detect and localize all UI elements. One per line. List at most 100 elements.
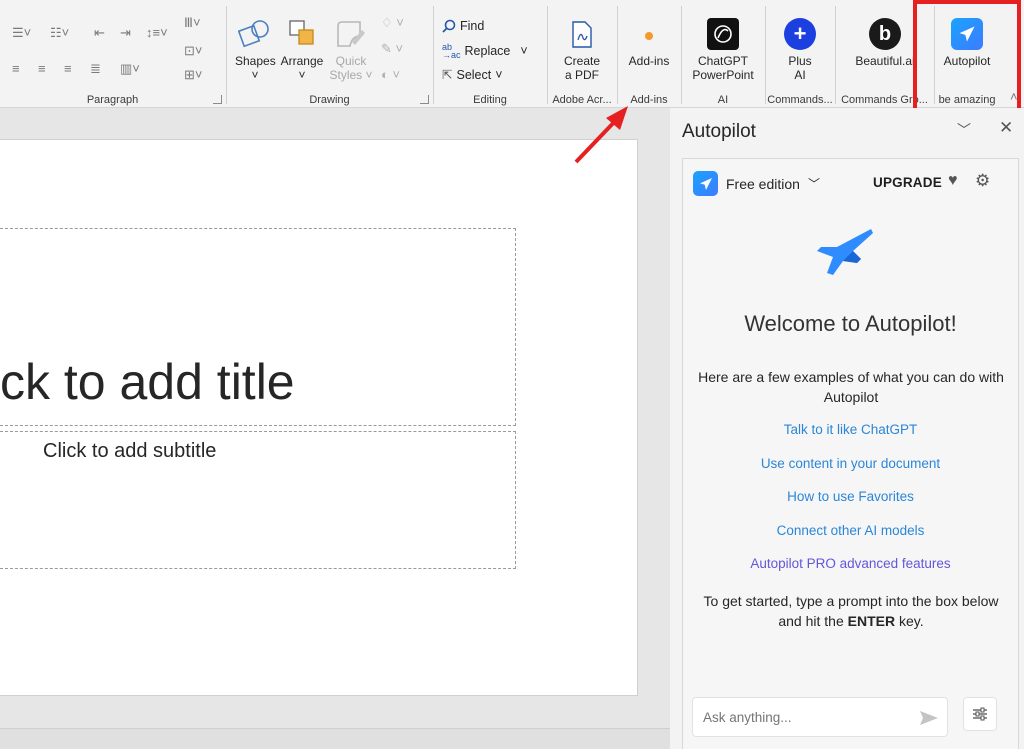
get-started-post: key. [895, 613, 924, 629]
plus-ai-icon: + [784, 18, 816, 50]
arrange-icon [285, 18, 319, 50]
addins-group: Add-ins Add-ins [618, 0, 680, 108]
create-pdf-label-1: Create [563, 54, 601, 68]
enter-key-label: ENTER [847, 613, 896, 629]
ai-group-label: AI [717, 94, 729, 106]
increase-indent-icon[interactable]: ⇥ [120, 26, 131, 40]
replace-label: Replace [464, 44, 511, 58]
pane-options-chevron-icon[interactable]: ﹀ [957, 120, 971, 140]
addins-dot-icon [637, 22, 661, 50]
plus-ai-label-1: Plus [788, 54, 812, 68]
upgrade-button[interactable]: UPGRADE [873, 175, 942, 190]
addins-label: Add-ins [628, 54, 670, 68]
pane-title: Autopilot [682, 121, 756, 142]
link-pro-features[interactable]: Autopilot PRO advanced features [683, 556, 1018, 571]
columns-icon[interactable]: ▥˅ [120, 62, 140, 76]
beautiful-ai-icon: b [869, 18, 901, 50]
paragraph-launcher-icon[interactable] [213, 95, 222, 104]
link-use-content[interactable]: Use content in your document [683, 456, 1018, 471]
red-arrow-annotation [574, 106, 628, 164]
bullets-icon[interactable]: ☰˅ [12, 26, 31, 40]
quick-styles-button[interactable]: Quick Styles ˅ [327, 18, 375, 82]
replace-button[interactable]: ab →ac Replace ˅ [442, 43, 528, 60]
drawing-group-label: Drawing [309, 94, 350, 106]
editing-group-label: Editing [473, 94, 507, 106]
align-right-icon[interactable]: ≡ [64, 62, 72, 76]
autopilot-panel: Free edition ﹀ UPGRADE ♥ ⚙ Welcome to Au… [682, 158, 1019, 749]
commands-group: + Plus AI Commands... [766, 0, 834, 108]
link-favorites[interactable]: How to use Favorites [683, 489, 1018, 504]
link-connect-models[interactable]: Connect other AI models [683, 523, 1018, 538]
edition-selector[interactable]: Free edition ﹀ [693, 171, 820, 196]
subtitle-placeholder[interactable]: Click to add subtitle [0, 431, 516, 569]
title-placeholder[interactable]: ck to add title [0, 228, 516, 426]
shape-fill-icon[interactable]: ♢ ˅ [381, 16, 404, 30]
gear-icon[interactable]: ⚙ [975, 171, 990, 191]
text-direction-icon[interactable]: Ⅲ˅ [184, 16, 201, 30]
autopilot-task-pane: Autopilot ﹀ ✕ Free edition ﹀ UPGRADE ♥ ⚙… [670, 108, 1024, 749]
select-button[interactable]: ⇱ Select ˅ [442, 67, 503, 83]
intro-text: Here are a few examples of what you can … [698, 369, 1004, 405]
select-label: Select [456, 67, 492, 82]
shape-outline-icon[interactable]: ✎ ˅ [381, 42, 403, 56]
link-talk-chatgpt[interactable]: Talk to it like ChatGPT [683, 422, 1018, 437]
prompt-input[interactable] [692, 697, 948, 737]
slide-canvas[interactable]: ck to add title Click to add subtitle [0, 139, 638, 696]
autopilot-highlight-box [913, 0, 1021, 123]
status-bar [0, 728, 670, 749]
create-pdf-label-2: a PDF [564, 68, 599, 82]
create-pdf-button[interactable]: Create a PDF [554, 20, 610, 82]
commands-group-label: Commands... [767, 94, 833, 106]
quick-styles-label-1: Quick [335, 54, 367, 68]
addins-button[interactable]: Add-ins [622, 22, 676, 68]
chevron-down-icon: ˅ [298, 68, 306, 82]
arrange-label: Arrange [280, 54, 324, 68]
arrange-button[interactable]: Arrange ˅ [279, 18, 325, 82]
chevron-down-icon: ˅ [495, 67, 503, 82]
pdf-icon [569, 20, 595, 50]
quick-styles-icon [334, 18, 368, 50]
find-button[interactable]: Find [442, 19, 484, 33]
shape-effects-icon[interactable]: ◐ ˅ [381, 68, 400, 82]
subtitle-placeholder-text: Click to add subtitle [43, 440, 217, 462]
numbering-icon[interactable]: ☷˅ [50, 26, 69, 40]
justify-icon[interactable]: ≣ [90, 62, 101, 76]
drawing-group: Shapes ˅ Arrange ˅ Quick Styles ˅ ♢ ˅ ✎ … [227, 0, 432, 108]
plus-ai-button[interactable]: + Plus AI [770, 18, 830, 82]
shapes-label: Shapes [235, 54, 276, 68]
send-icon[interactable] [919, 710, 939, 731]
welcome-heading: Welcome to Autopilot! [744, 311, 957, 336]
align-text-icon[interactable]: ⊡˅ [184, 44, 202, 58]
chevron-down-icon: ﹀ [807, 177, 820, 191]
line-spacing-icon[interactable]: ↕≡˅ [146, 26, 168, 40]
prompt-settings-button[interactable] [963, 697, 997, 731]
ribbon: ☰˅ ☷˅ ⇤ ⇥ ↕≡˅ Ⅲ˅ ⊡˅ ⊞˅ ≡ ≡ ≡ ≣ ▥˅ Paragr… [0, 0, 1024, 108]
paragraph-group: ☰˅ ☷˅ ⇤ ⇥ ↕≡˅ Ⅲ˅ ⊡˅ ⊞˅ ≡ ≡ ≡ ≣ ▥˅ Paragr… [0, 0, 225, 108]
drawing-launcher-icon[interactable] [420, 95, 429, 104]
heart-icon[interactable]: ♥ [948, 172, 958, 190]
chatgpt-label-2: PowerPoint [692, 68, 754, 82]
slide-editor: ck to add title Click to add subtitle [0, 108, 670, 749]
autopilot-logo-icon [693, 171, 718, 196]
decrease-indent-icon[interactable]: ⇤ [94, 26, 105, 40]
get-started-text: To get started, type a prompt into the b… [691, 591, 1011, 631]
title-placeholder-text: ck to add title [0, 354, 295, 410]
align-center-icon[interactable]: ≡ [38, 62, 46, 76]
plus-ai-label-2: AI [794, 68, 806, 82]
edition-label: Free edition [726, 175, 800, 192]
chatgpt-powerpoint-button[interactable]: ChatGPT PowerPoint [686, 18, 760, 82]
shapes-button[interactable]: Shapes ˅ [235, 18, 276, 82]
align-left-icon[interactable]: ≡ [12, 62, 20, 76]
search-icon [442, 19, 456, 33]
shapes-icon [237, 18, 272, 50]
smartart-icon[interactable]: ⊞˅ [184, 68, 202, 82]
chatgpt-icon [707, 18, 739, 50]
editing-group: Find ab →ac Replace ˅ ⇱ Select ˅ Editing [434, 0, 546, 108]
close-icon[interactable]: ✕ [999, 118, 1013, 138]
paragraph-group-label: Paragraph [86, 94, 139, 106]
adobe-group: Create a PDF Adobe Acr... [548, 0, 616, 108]
ai-group: ChatGPT PowerPoint AI [682, 0, 764, 108]
find-label: Find [460, 19, 485, 33]
cursor-icon: ⇱ [442, 68, 453, 82]
sliders-icon [973, 707, 987, 721]
